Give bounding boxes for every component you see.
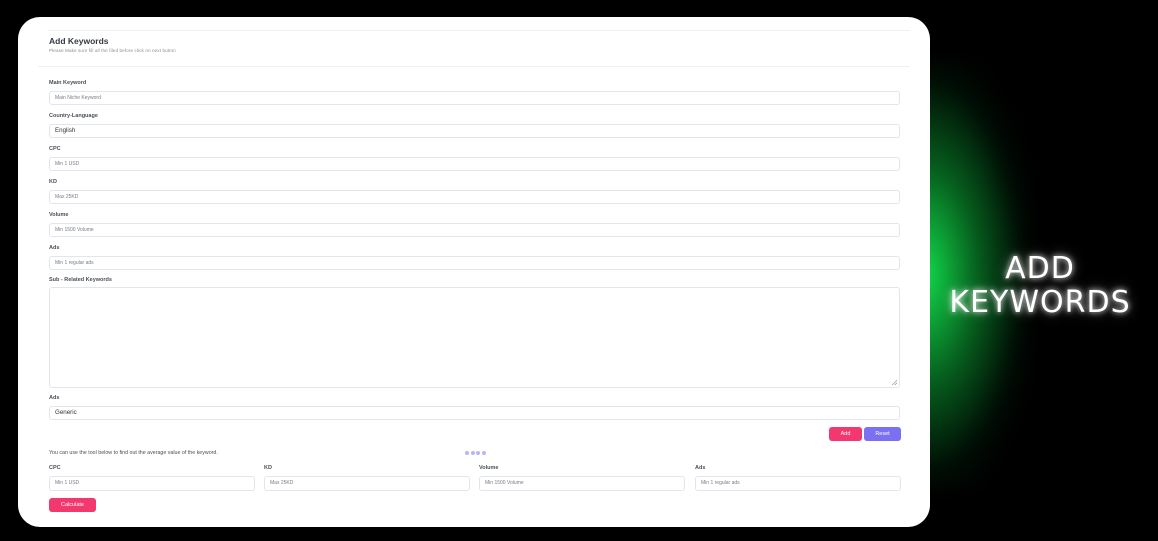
add-button[interactable]: Add	[829, 427, 862, 441]
main-keyword-input[interactable]: Main Niche Keyword	[49, 91, 900, 105]
tool-volume-input[interactable]: Min 1500 Volume	[479, 476, 685, 491]
volume-label: Volume	[49, 212, 69, 218]
add-keywords-card: Add Keywords Please Make sure fill all t…	[18, 17, 930, 527]
header-divider	[38, 66, 910, 67]
sub-related-keywords-label: Sub - Related Keywords	[49, 277, 112, 283]
ads-label: Ads	[49, 245, 60, 251]
tool-kd-label: KD	[264, 465, 272, 471]
tool-cpc-input[interactable]: Min 1 USD	[49, 476, 255, 491]
tool-kd-input[interactable]: Max 25KD	[264, 476, 470, 491]
side-title-line1: ADD	[1005, 251, 1075, 286]
ads-type-select[interactable]: Generic	[49, 406, 900, 420]
top-divider	[48, 30, 910, 31]
volume-input[interactable]: Min 1500 Volume	[49, 223, 900, 237]
sub-related-keywords-textarea[interactable]	[49, 287, 900, 388]
page-subtitle: Please Make sure fill all the filed befo…	[49, 48, 176, 53]
calculate-button[interactable]: Calculate	[49, 498, 96, 512]
tool-cpc-label: CPC	[49, 465, 61, 471]
tool-volume-label: Volume	[479, 465, 499, 471]
main-keyword-label: Main Keyword	[49, 80, 87, 86]
cpc-label: CPC	[49, 146, 61, 152]
ads-type-label: Ads	[49, 395, 60, 401]
kd-label: KD	[49, 179, 57, 185]
side-title: ADD KEYWORDS	[930, 252, 1150, 320]
kd-input[interactable]: Max 25KD	[49, 190, 900, 204]
ads-input[interactable]: Min 1 regular ads	[49, 256, 900, 270]
page-title: Add Keywords	[49, 36, 109, 46]
tool-hint: You can use the tool below to find out t…	[49, 450, 218, 456]
loading-dots-icon	[465, 442, 487, 460]
country-language-select[interactable]: English	[49, 124, 900, 138]
tool-ads-input[interactable]: Min 1 regular ads	[695, 476, 901, 491]
side-title-line2: KEYWORDS	[949, 285, 1131, 320]
resize-handle-icon[interactable]	[892, 380, 897, 385]
country-language-label: Country-Language	[49, 113, 98, 119]
reset-button[interactable]: Reset	[864, 427, 901, 441]
tool-ads-label: Ads	[695, 465, 706, 471]
cpc-input[interactable]: Min 1 USD	[49, 157, 900, 171]
